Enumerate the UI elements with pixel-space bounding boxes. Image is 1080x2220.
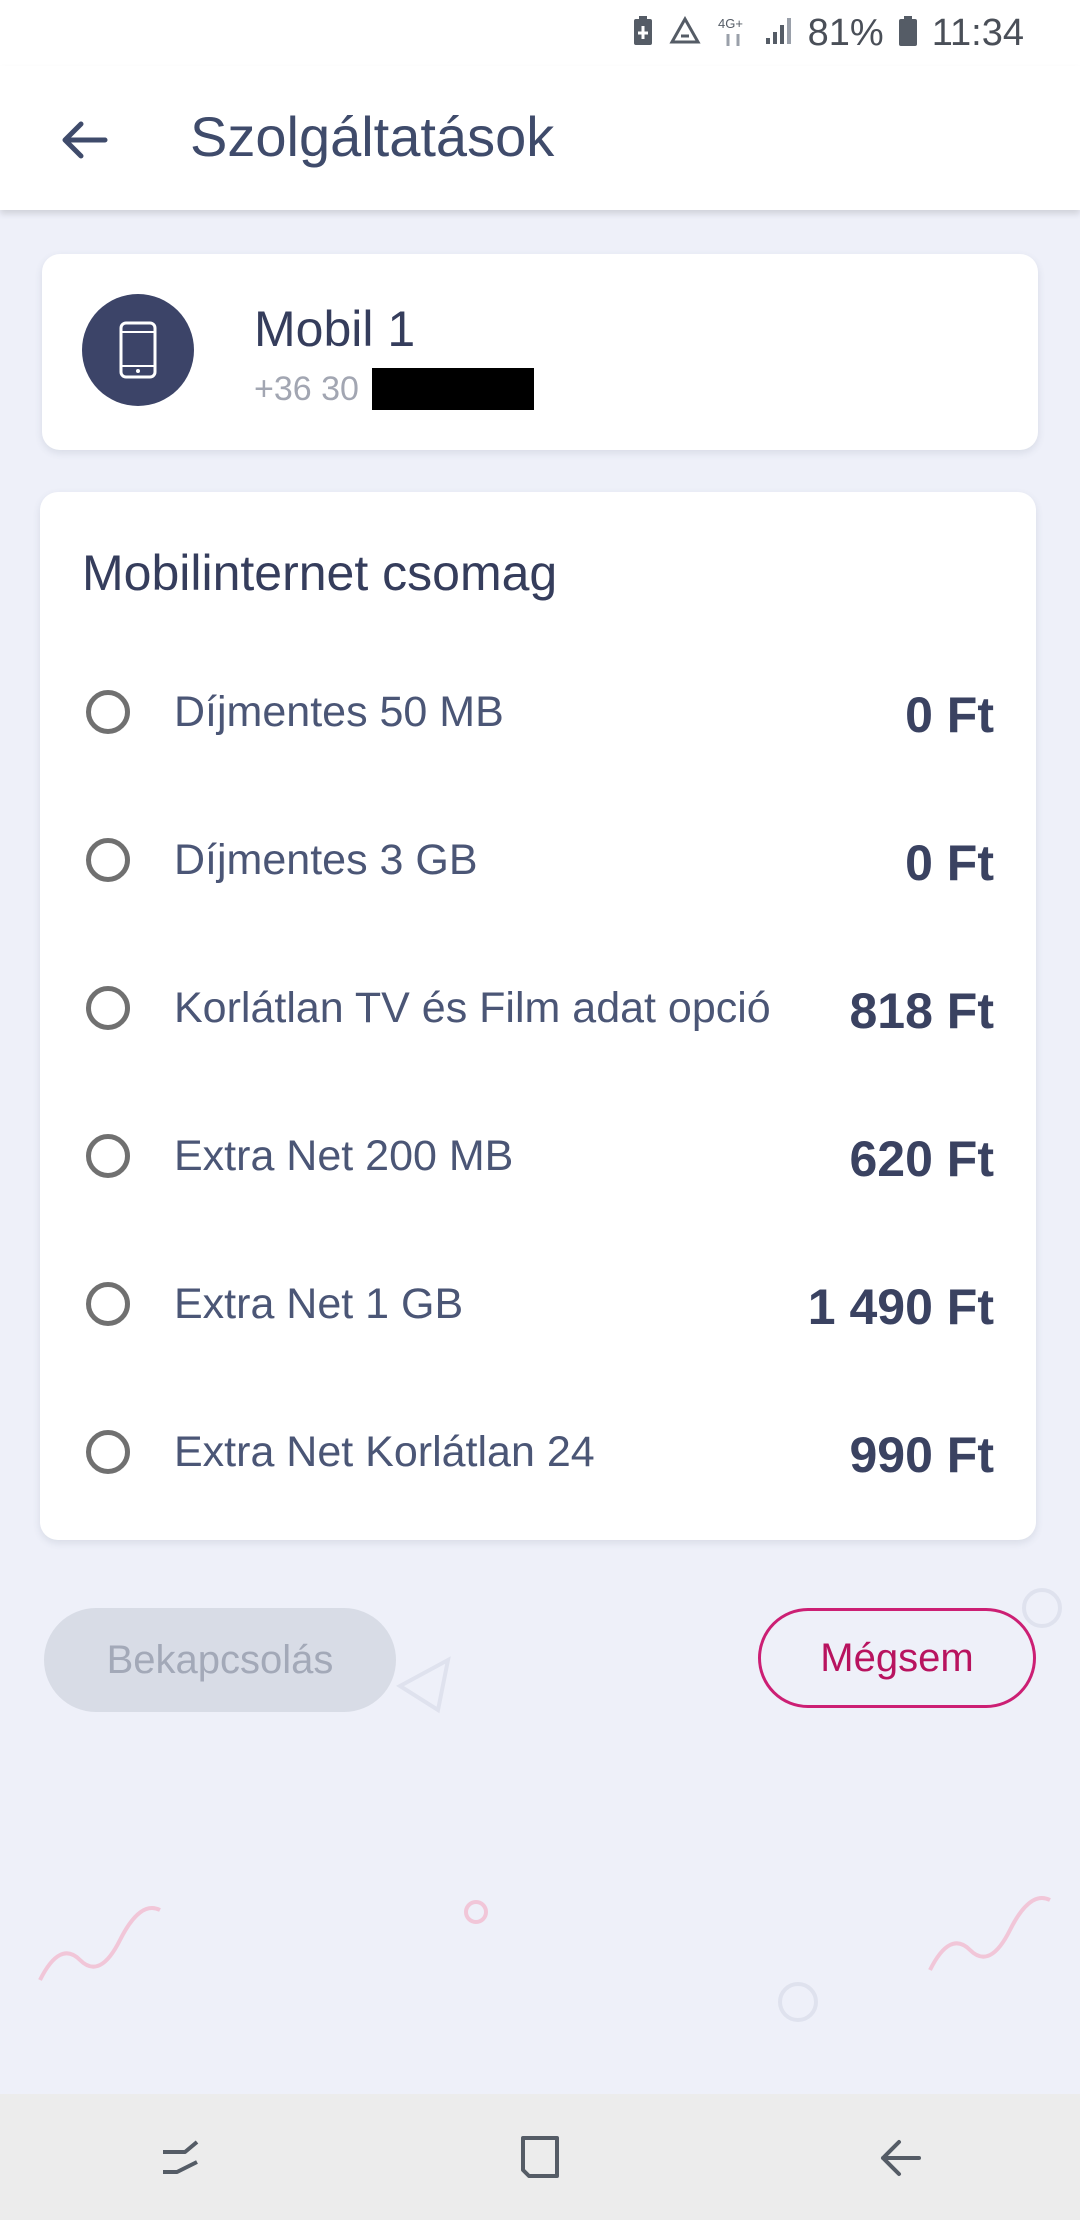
clock: 11:34: [931, 11, 1024, 54]
battery-percent: 81%: [807, 11, 884, 54]
option-label: Extra Net Korlátlan 24: [174, 1428, 595, 1476]
back-button[interactable]: [56, 112, 112, 168]
option-price: 620 Ft: [849, 1131, 994, 1187]
account-number: +36 30: [254, 370, 359, 408]
radio-button[interactable]: [86, 690, 130, 734]
package-option[interactable]: Díjmentes 3 GB 0 Ft: [40, 814, 1036, 962]
package-option[interactable]: Díjmentes 50 MB 0 Ft: [40, 666, 1036, 814]
system-nav-bar: [0, 2094, 1080, 2220]
option-price: 0 Ft: [905, 835, 994, 891]
option-label: Díjmentes 50 MB: [174, 688, 504, 736]
option-label: Díjmentes 3 GB: [174, 836, 478, 884]
option-price: 1 490 Ft: [807, 1279, 994, 1335]
option-price: 0 Ft: [905, 687, 994, 743]
option-label: Extra Net 1 GB: [174, 1280, 464, 1328]
radio-button[interactable]: [86, 1430, 130, 1474]
signal-icon: [764, 16, 794, 51]
package-option[interactable]: Extra Net 200 MB 620 Ft: [40, 1110, 1036, 1258]
status-bar: 4G+ 81% 11:34: [0, 0, 1080, 66]
home-button[interactable]: [480, 2107, 600, 2207]
battery-icon: [898, 15, 918, 52]
package-option[interactable]: Extra Net Korlátlan 24 990 Ft: [40, 1406, 1036, 1554]
account-name: Mobil 1: [254, 301, 416, 357]
avatar: [82, 294, 194, 406]
option-price: 818 Ft: [849, 983, 994, 1039]
back-icon: [881, 2140, 921, 2176]
enable-button[interactable]: Bekapcsolás: [44, 1608, 396, 1712]
recents-button[interactable]: [120, 2107, 240, 2207]
option-label: Korlátlan TV és Film adat opció: [174, 984, 771, 1032]
svg-text:4G+: 4G+: [718, 16, 743, 31]
page-title: Szolgáltatások: [190, 105, 555, 168]
radio-button[interactable]: [86, 1282, 130, 1326]
cancel-button[interactable]: Mégsem: [758, 1608, 1036, 1708]
home-icon: [521, 2136, 559, 2178]
radio-button[interactable]: [86, 838, 130, 882]
smartphone-icon: [119, 321, 157, 379]
sync-icon: [668, 15, 702, 51]
package-title: Mobilinternet csomag: [82, 545, 558, 601]
redacted-number: [372, 368, 534, 410]
package-option[interactable]: Extra Net 1 GB 1 490 Ft: [40, 1258, 1036, 1406]
back-nav-button[interactable]: [840, 2107, 960, 2207]
radio-button[interactable]: [86, 986, 130, 1030]
package-option[interactable]: Korlátlan TV és Film adat opció 818 Ft: [40, 962, 1036, 1110]
option-price: 990 Ft: [849, 1427, 994, 1483]
network-4g-icon: 4G+: [716, 14, 750, 53]
radio-button[interactable]: [86, 1134, 130, 1178]
arrow-left-icon: [62, 121, 108, 159]
recents-icon: [163, 2140, 199, 2174]
battery-saver-icon: [632, 15, 654, 52]
option-label: Extra Net 200 MB: [174, 1132, 514, 1180]
app-bar: Szolgáltatások: [0, 66, 1080, 210]
package-card: Mobilinternet csomag Díjmentes 50 MB 0 F…: [40, 492, 1036, 1540]
account-card: Mobil 1 +36 30: [42, 254, 1038, 450]
